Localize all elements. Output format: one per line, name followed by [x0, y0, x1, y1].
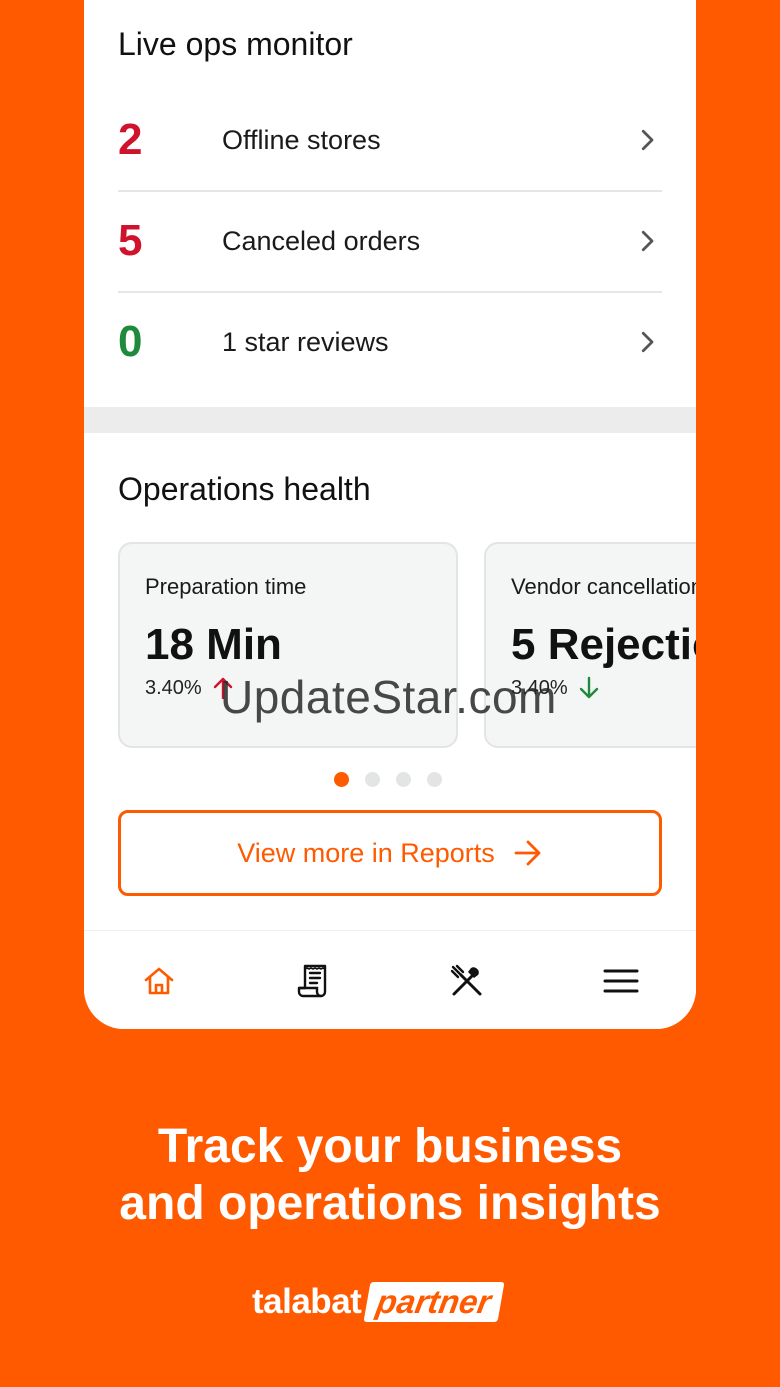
carousel-pagination	[334, 772, 442, 787]
promo-tagline: Track your business and operations insig…	[0, 1118, 780, 1232]
menu-icon	[603, 969, 639, 993]
home-icon	[144, 967, 174, 995]
monitor-count: 0	[118, 317, 143, 366]
view-reports-button[interactable]: View more in Reports	[118, 810, 662, 896]
card-title: Preparation time	[145, 574, 307, 599]
page-dot[interactable]	[427, 772, 442, 787]
operations-health-title: Operations health	[118, 471, 371, 507]
tab-more-menu[interactable]	[601, 961, 641, 1001]
bottom-tab-bar	[84, 930, 696, 1029]
tab-home[interactable]	[139, 961, 179, 1001]
talabat-partner-logo: talabat partner	[252, 1282, 505, 1322]
view-reports-label: View more in Reports	[237, 837, 495, 868]
monitor-row-canceled-orders[interactable]: 5 Canceled orders	[118, 191, 662, 293]
fork-knife-icon	[450, 964, 482, 996]
monitor-count: 2	[118, 115, 143, 164]
arrow-down-icon	[579, 676, 598, 699]
monitor-label: Canceled orders	[222, 225, 421, 256]
chevron-right-icon	[641, 129, 654, 151]
live-ops-title: Live ops monitor	[118, 26, 353, 62]
tab-menu-items[interactable]	[447, 961, 487, 1001]
chevron-right-icon	[641, 230, 654, 252]
receipt-icon	[297, 964, 327, 998]
tab-orders[interactable]	[293, 961, 333, 1001]
monitor-row-star-reviews[interactable]: 0 1 star reviews	[118, 292, 662, 392]
phone-screen: Live ops monitor 2 Offline stores 5 Canc…	[84, 0, 696, 1029]
monitor-row-offline-stores[interactable]: 2 Offline stores	[118, 90, 662, 192]
monitor-label: 1 star reviews	[222, 326, 389, 357]
chevron-right-icon	[641, 331, 654, 353]
section-divider	[84, 407, 696, 433]
card-value: 5 Rejections	[511, 620, 696, 669]
change-percent: 3.40%	[145, 676, 202, 699]
page-dot[interactable]	[365, 772, 380, 787]
monitor-count: 5	[118, 216, 143, 265]
arrow-right-icon	[514, 840, 541, 866]
card-title: Vendor cancellations	[511, 574, 696, 599]
page-dot-active[interactable]	[334, 772, 349, 787]
promo-line-2: and operations insights	[119, 1177, 661, 1230]
page-dot[interactable]	[396, 772, 411, 787]
watermark-text: UpdateStar.com	[220, 671, 557, 723]
brand-badge: partner	[363, 1282, 505, 1322]
brand-name: talabat	[252, 1282, 362, 1321]
monitor-label: Offline stores	[222, 124, 381, 155]
card-value: 18 Min	[145, 620, 282, 669]
promo-line-1: Track your business	[157, 1120, 623, 1173]
